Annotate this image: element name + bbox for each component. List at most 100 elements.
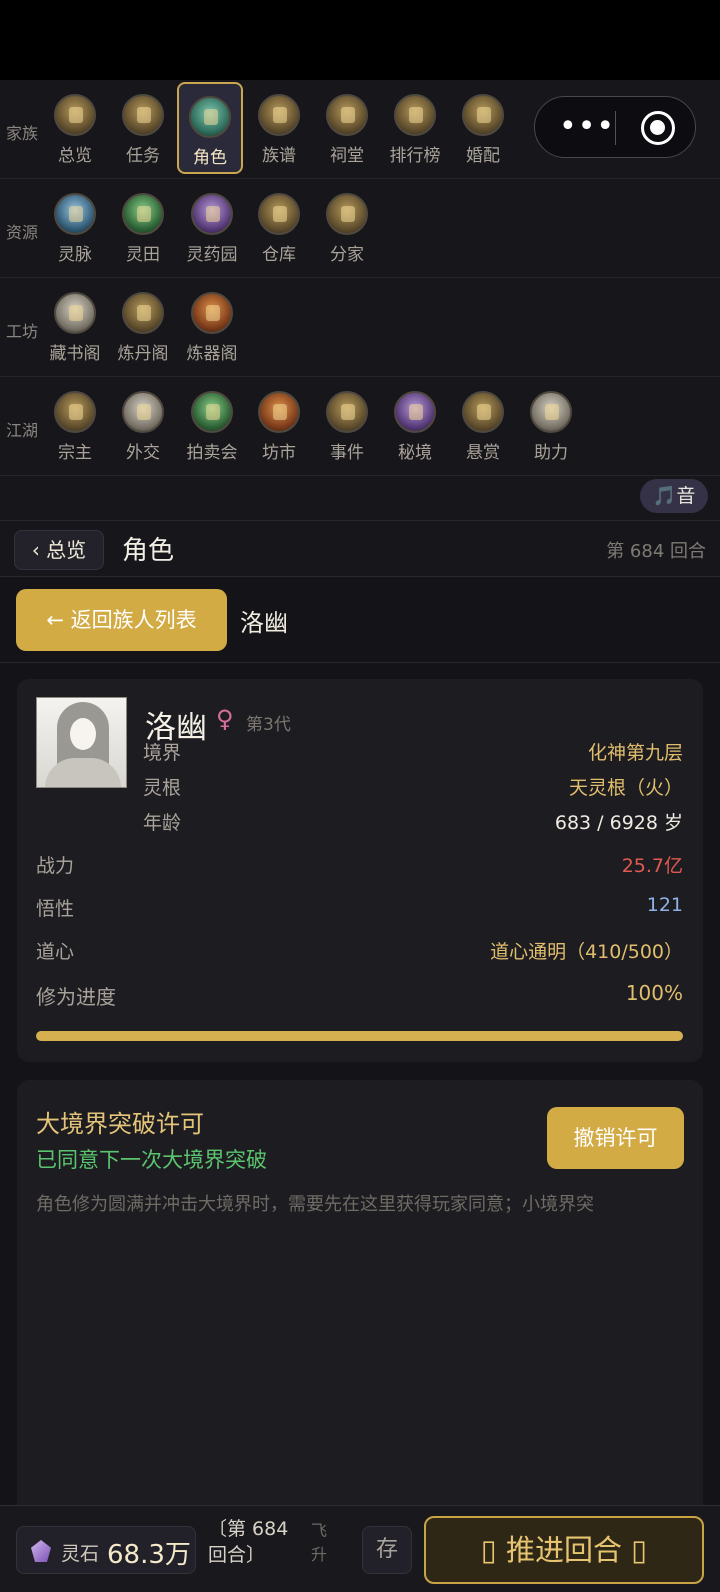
alchemy-icon bbox=[122, 292, 164, 334]
nav-item-event[interactable]: 事件 bbox=[314, 379, 380, 471]
nav-item-library[interactable]: 藏书阁 bbox=[42, 280, 108, 372]
nav-item-warehouse[interactable]: 仓库 bbox=[246, 181, 312, 273]
character-subheader: ← 返回族人列表 洛幽 bbox=[0, 577, 720, 663]
breakthrough-permit-card: 大境界突破许可 已同意下一次大境界突破 撤销许可 角色修为圆满并冲击大境界时，需… bbox=[17, 1080, 703, 1510]
row-label: 家族 bbox=[6, 124, 39, 143]
nav-item-label: 灵药园 bbox=[186, 245, 238, 265]
nav-item-market[interactable]: 坊市 bbox=[246, 379, 312, 471]
comprehension-label: 悟性 bbox=[36, 898, 75, 920]
nav-item-label: 仓库 bbox=[262, 245, 296, 265]
task-icon bbox=[122, 94, 164, 136]
female-icon: ♀ bbox=[216, 705, 234, 733]
comprehension-value: 121 bbox=[646, 894, 683, 916]
warehouse-icon bbox=[258, 193, 300, 235]
nav-item-label: 任务 bbox=[126, 146, 160, 166]
nav-item-label: 悬赏 bbox=[466, 443, 500, 463]
page-title: 角色 bbox=[122, 536, 175, 566]
dao-heart-value: 道心通明（410/500） bbox=[490, 941, 683, 963]
back-to-overview-button[interactable]: ‹ 总览 bbox=[14, 530, 104, 570]
ranking-icon bbox=[394, 94, 436, 136]
character-portrait[interactable] bbox=[36, 697, 127, 788]
nav-row-workshop: 工坊 藏书阁 炼丹阁 炼器阁 bbox=[0, 278, 720, 377]
spirit-stone-label: 灵石 bbox=[61, 1543, 100, 1565]
nav-item-label: 宗主 bbox=[58, 443, 92, 463]
character-icon bbox=[189, 96, 231, 138]
character-subtitle: 洛幽 bbox=[240, 609, 288, 637]
spirit-vein-icon bbox=[54, 193, 96, 235]
spirit-stone-icon bbox=[31, 1540, 51, 1562]
progress-fill bbox=[36, 1031, 683, 1041]
turn-line-2: 回合〕 bbox=[208, 1544, 266, 1566]
nav-item-bounty[interactable]: 悬赏 bbox=[450, 379, 516, 471]
nav-item-label: 藏书阁 bbox=[49, 344, 101, 364]
shrine-icon bbox=[326, 94, 368, 136]
music-toggle-button[interactable]: 🎵音 bbox=[640, 479, 708, 513]
nav-item-herb-garden[interactable]: 灵药园 bbox=[179, 181, 245, 273]
dao-heart-label: 道心 bbox=[36, 941, 75, 963]
bottom-action-bar: 灵石 68.3万 〔第 684 回合〕 飞 升 存 ▯ 推进回合 ▯ bbox=[0, 1505, 720, 1592]
close-target-icon[interactable] bbox=[641, 111, 675, 145]
permit-description: 角色修为圆满并冲击大境界时，需要先在这里获得玩家同意；小境界突 bbox=[36, 1194, 594, 1215]
nav-item-label: 总览 bbox=[58, 146, 92, 166]
nav-item-spirit-vein[interactable]: 灵脉 bbox=[42, 181, 108, 273]
assist-icon bbox=[530, 391, 572, 433]
nav-item-overview[interactable]: 总览 bbox=[42, 82, 108, 174]
nav-item-label: 灵田 bbox=[126, 245, 160, 265]
return-member-list-button[interactable]: ← 返回族人列表 bbox=[16, 589, 227, 651]
row-label: 工坊 bbox=[6, 322, 39, 341]
row-label: 资源 bbox=[6, 223, 39, 242]
cultivation-progress-value: 100% bbox=[625, 981, 683, 1005]
nav-item-sect-master[interactable]: 宗主 bbox=[42, 379, 108, 471]
forge-icon bbox=[191, 292, 233, 334]
spirit-root-label: 灵根 bbox=[143, 777, 182, 799]
nav-item-label: 秘境 bbox=[398, 443, 432, 463]
row-label: 江湖 bbox=[6, 421, 39, 440]
nav-item-forge[interactable]: 炼器阁 bbox=[179, 280, 245, 372]
nav-item-diplomacy[interactable]: 外交 bbox=[110, 379, 176, 471]
nav-item-shrine[interactable]: 祠堂 bbox=[314, 82, 380, 174]
permit-title: 大境界突破许可 bbox=[36, 1110, 204, 1138]
age-label: 年龄 bbox=[143, 812, 182, 834]
nav-item-label: 助力 bbox=[534, 443, 568, 463]
spirit-stone-counter: 灵石 68.3万 bbox=[16, 1526, 196, 1574]
nav-item-task[interactable]: 任务 bbox=[110, 82, 176, 174]
herb-garden-icon bbox=[191, 193, 233, 235]
nav-item-family-tree[interactable]: 族谱 bbox=[246, 82, 312, 174]
generation-badge: 第3代 bbox=[246, 715, 291, 735]
nav-item-auction[interactable]: 拍卖会 bbox=[179, 379, 245, 471]
ascend-char-1: 飞 bbox=[311, 1521, 328, 1540]
page-header: ‹ 总览 角色 第 684 回合 bbox=[0, 520, 720, 577]
nav-item-assist[interactable]: 助力 bbox=[518, 379, 584, 471]
nav-item-label: 族谱 bbox=[262, 146, 296, 166]
nav-item-label: 外交 bbox=[126, 443, 160, 463]
save-button[interactable]: 存 bbox=[362, 1526, 412, 1574]
cultivation-progress-label: 修为进度 bbox=[36, 985, 116, 1009]
nav-item-label: 坊市 bbox=[262, 443, 296, 463]
nav-item-branch-family[interactable]: 分家 bbox=[314, 181, 380, 273]
nav-item-label: 角色 bbox=[193, 148, 227, 168]
nav-item-label: 灵脉 bbox=[58, 245, 92, 265]
nav-item-label: 分家 bbox=[330, 245, 364, 265]
nav-item-alchemy[interactable]: 炼丹阁 bbox=[110, 280, 176, 372]
ascend-label[interactable]: 飞 升 bbox=[311, 1519, 331, 1567]
nav-item-secret-realm[interactable]: 秘境 bbox=[382, 379, 448, 471]
nav-item-label: 拍卖会 bbox=[186, 443, 238, 463]
nav-item-ranking[interactable]: 排行榜 bbox=[382, 82, 448, 174]
more-icon[interactable]: ••• bbox=[559, 105, 614, 149]
nav-item-spirit-field[interactable]: 灵田 bbox=[110, 181, 176, 273]
nav-item-label: 祠堂 bbox=[330, 146, 364, 166]
nav-item-label: 炼丹阁 bbox=[117, 344, 169, 364]
portrait-face bbox=[70, 718, 96, 750]
advance-turn-button[interactable]: ▯ 推进回合 ▯ bbox=[424, 1516, 704, 1584]
market-icon bbox=[258, 391, 300, 433]
nav-item-marriage[interactable]: 婚配 bbox=[450, 82, 516, 174]
permit-status: 已同意下一次大境界突破 bbox=[36, 1148, 267, 1172]
character-card: 洛幽 ♀ 第3代 境界 化神第九层 灵根 天灵根（火） 年龄 683 / 692… bbox=[17, 679, 703, 1062]
nav-item-character[interactable]: 角色 bbox=[177, 82, 243, 174]
revoke-permit-button[interactable]: 撤销许可 bbox=[547, 1107, 684, 1169]
auction-icon bbox=[191, 391, 233, 433]
realm-label: 境界 bbox=[143, 742, 182, 764]
marriage-icon bbox=[462, 94, 504, 136]
secret-realm-icon bbox=[394, 391, 436, 433]
turn-counter: 第 684 回合 bbox=[606, 541, 706, 562]
